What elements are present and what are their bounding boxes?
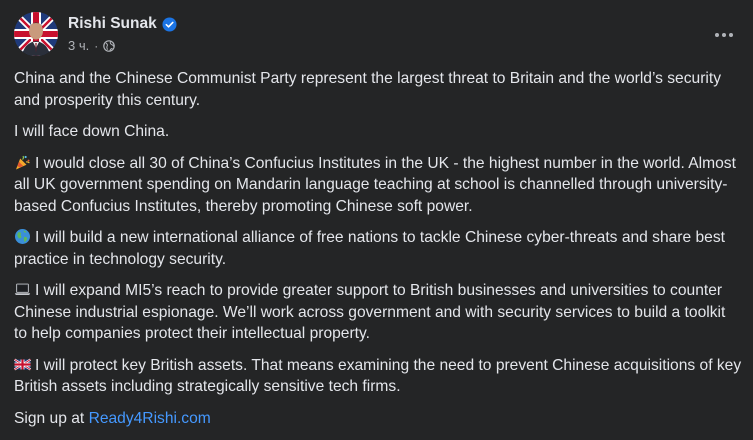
- facebook-post: Rishi Sunak 3 ч. · China and the Chinese…: [0, 0, 753, 440]
- post-timestamp[interactable]: 3 ч.: [68, 38, 89, 53]
- signup-link[interactable]: Ready4Rishi.com: [89, 410, 211, 427]
- author-name[interactable]: Rishi Sunak: [68, 15, 157, 33]
- more-options-icon: [715, 33, 719, 37]
- verified-badge-icon: [162, 16, 177, 32]
- paragraph-text: I will protect key British assets. That …: [14, 356, 742, 396]
- paragraph-text: I would close all 30 of China’s Confuciu…: [14, 154, 736, 215]
- paragraph-with-emoji: I will protect key British assets. That …: [13, 355, 742, 398]
- paragraph: I will face down China.: [14, 123, 170, 140]
- paragraph-text: I will build a new international allianc…: [14, 229, 725, 268]
- author-row: Rishi Sunak: [68, 15, 177, 33]
- globe-earth-icon: [14, 228, 31, 245]
- paragraph-with-emoji: I would close all 30 of China’s Confuciu…: [14, 153, 742, 218]
- post-meta: 3 ч. ·: [68, 38, 116, 53]
- signup-text: Sign up at: [14, 409, 89, 427]
- signup-line: Sign up at Ready4Rishi.com: [14, 408, 742, 430]
- avatar[interactable]: [14, 12, 58, 56]
- globe-icon[interactable]: [103, 39, 116, 52]
- laptop-icon: [14, 281, 31, 298]
- post-header: Rishi Sunak 3 ч. ·: [14, 12, 739, 58]
- more-options-icon-dot: [729, 33, 733, 37]
- party-popper-icon: [14, 154, 31, 171]
- paragraph-text: I will expand MI5’s reach to provide gre…: [14, 282, 726, 342]
- paragraph-with-emoji: I will build a new international allianc…: [14, 227, 742, 270]
- more-options-icon-dot: [722, 33, 726, 37]
- post-body: China and the Chinese Communist Party re…: [13, 68, 742, 439]
- uk-flag-icon: [13, 356, 32, 373]
- meta-separator: ·: [94, 38, 99, 53]
- avatar-image: [14, 12, 58, 56]
- paragraph-with-emoji: I will expand MI5’s reach to provide gre…: [14, 280, 742, 345]
- paragraph: China and the Chinese Communist Party re…: [14, 70, 721, 109]
- more-options-button[interactable]: [709, 20, 739, 50]
